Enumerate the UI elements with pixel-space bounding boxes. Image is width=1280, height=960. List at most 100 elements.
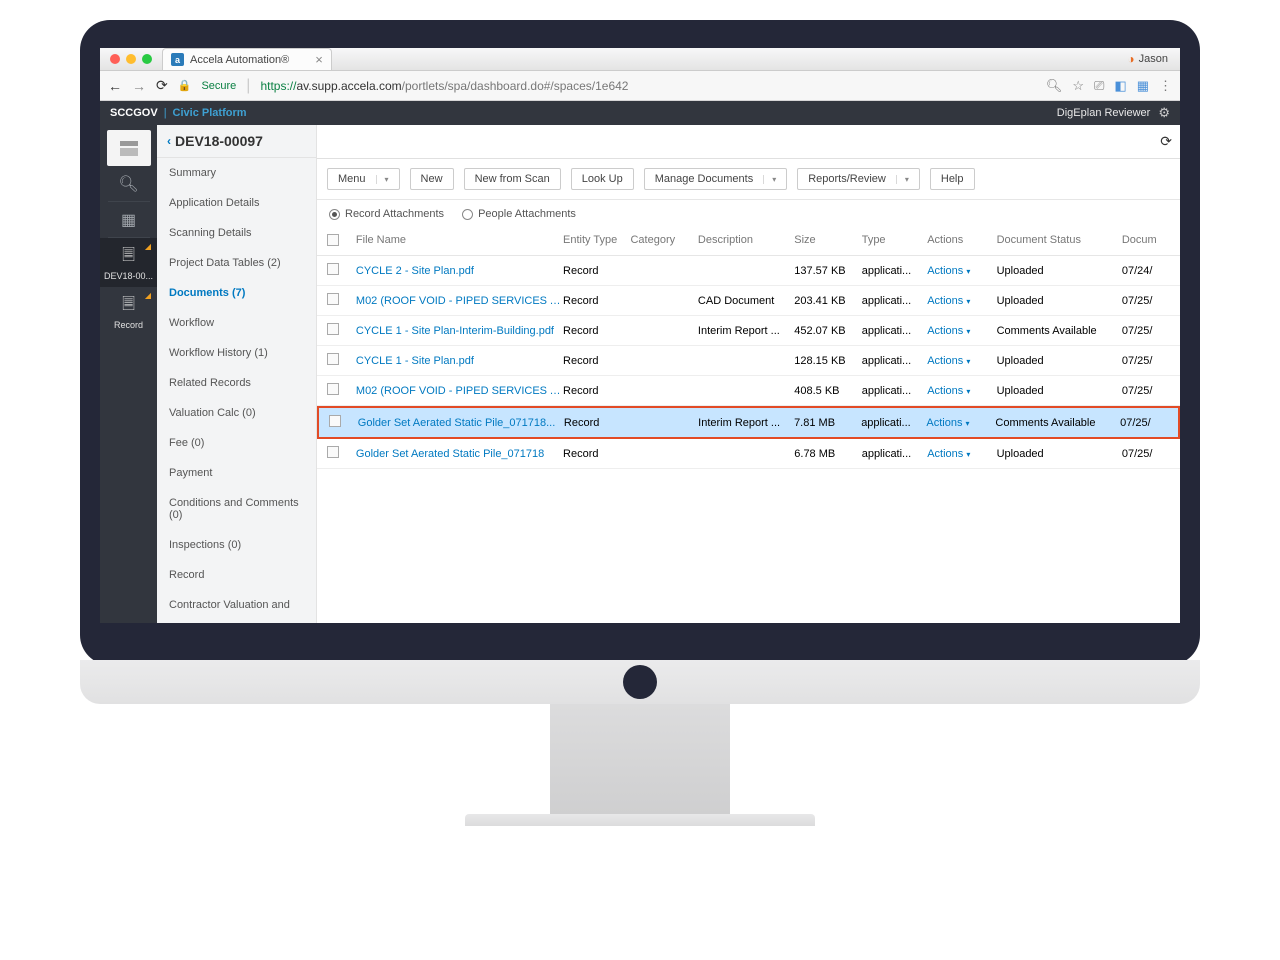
reload-icon[interactable]: ⟳ bbox=[156, 77, 168, 94]
table-row[interactable]: M02 (ROOF VOID - PIPED SERVICES AS FI...… bbox=[317, 376, 1180, 406]
table-row[interactable]: CYCLE 1 - Site Plan.pdfRecord128.15 KBap… bbox=[317, 346, 1180, 376]
tab-title: Accela Automation® bbox=[190, 54, 289, 66]
sidebar-item[interactable]: Contractor Valuation and bbox=[157, 590, 316, 620]
refresh-icon[interactable]: ⟳ bbox=[1160, 133, 1172, 150]
platform-user[interactable]: DigEplan Reviewer bbox=[1057, 107, 1151, 119]
help-button[interactable]: Help bbox=[930, 168, 975, 190]
chevron-down-icon: ▾ bbox=[966, 419, 970, 428]
main-panel: ⟳ Menu▾ New New from Scan Look Up Manage… bbox=[317, 125, 1180, 623]
sidebar-item[interactable]: Workflow History (1) bbox=[157, 338, 316, 368]
table-row[interactable]: CYCLE 1 - Site Plan-Interim-Building.pdf… bbox=[317, 316, 1180, 346]
checkbox[interactable] bbox=[327, 263, 339, 275]
rail-grid-icon[interactable]: ▦ bbox=[108, 202, 150, 238]
rail-tile-record2[interactable]: ◢ 🗏 Record bbox=[100, 287, 157, 336]
menu-dots-icon[interactable]: ⋮ bbox=[1159, 78, 1172, 94]
platform-name[interactable]: Civic Platform bbox=[173, 107, 247, 119]
actions-dropdown[interactable]: Actions ▾ bbox=[927, 355, 996, 367]
actions-dropdown[interactable]: Actions ▾ bbox=[927, 295, 996, 307]
radio-icon bbox=[329, 209, 340, 220]
checkbox[interactable] bbox=[327, 446, 339, 458]
file-link[interactable]: CYCLE 1 - Site Plan-Interim-Building.pdf bbox=[356, 325, 563, 337]
tab-favicon-icon: a bbox=[171, 53, 184, 66]
sidebar: ‹ DEV18-00097 SummaryApplication Details… bbox=[157, 125, 317, 623]
sidebar-item[interactable]: Payment bbox=[157, 458, 316, 488]
window-close[interactable] bbox=[110, 54, 120, 64]
star-icon[interactable]: ☆ bbox=[1072, 78, 1084, 94]
forward-icon[interactable]: → bbox=[132, 78, 146, 94]
address-bar: ← → ⟳ 🔒 Secure | https://av.supp.accela.… bbox=[100, 71, 1180, 101]
table-row[interactable]: Golder Set Aerated Static Pile_071718...… bbox=[317, 406, 1180, 439]
url-field[interactable]: https://av.supp.accela.com/portlets/spa/… bbox=[260, 79, 628, 93]
sidebar-item[interactable]: Inspections (0) bbox=[157, 530, 316, 560]
browser-tab[interactable]: a Accela Automation® × bbox=[162, 48, 332, 70]
sidebar-item[interactable]: Record bbox=[157, 560, 316, 590]
manage-documents-button[interactable]: Manage Documents▾ bbox=[644, 168, 787, 190]
toolbar: Menu▾ New New from Scan Look Up Manage D… bbox=[317, 159, 1180, 200]
sync-icon: ◑ bbox=[1127, 52, 1134, 66]
file-link[interactable]: Golder Set Aerated Static Pile_071718... bbox=[358, 417, 564, 429]
sidebar-header[interactable]: ‹ DEV18-00097 bbox=[157, 125, 316, 158]
sidebar-item[interactable]: Documents (7) bbox=[157, 278, 316, 308]
sidebar-item[interactable]: Summary bbox=[157, 158, 316, 188]
pin-icon: ◢ bbox=[145, 291, 151, 300]
sidebar-item[interactable]: Project Data Tables (2) bbox=[157, 248, 316, 278]
actions-dropdown[interactable]: Actions ▾ bbox=[927, 448, 996, 460]
table-row[interactable]: M02 (ROOF VOID - PIPED SERVICES AS DE...… bbox=[317, 286, 1180, 316]
new-button[interactable]: New bbox=[410, 168, 454, 190]
rail-home[interactable] bbox=[107, 130, 151, 166]
radio-record-attachments[interactable]: Record Attachments bbox=[329, 208, 444, 220]
chevron-down-icon: ▾ bbox=[896, 175, 909, 184]
actions-dropdown[interactable]: Actions ▾ bbox=[927, 325, 996, 337]
rail-tile-record1[interactable]: ◢ 🗏 DEV18-00... bbox=[100, 238, 157, 287]
sidebar-item[interactable]: Application Details bbox=[157, 188, 316, 218]
table-row[interactable]: Golder Set Aerated Static Pile_071718Rec… bbox=[317, 439, 1180, 469]
new-from-scan-button[interactable]: New from Scan bbox=[464, 168, 561, 190]
sidebar-item[interactable]: Valuation Calc (0) bbox=[157, 398, 316, 428]
menu-button[interactable]: Menu▾ bbox=[327, 168, 400, 190]
back-icon[interactable]: ← bbox=[108, 78, 122, 94]
ext2-icon[interactable]: ▦ bbox=[1137, 78, 1149, 94]
file-link[interactable]: CYCLE 1 - Site Plan.pdf bbox=[356, 355, 563, 367]
sidebar-item[interactable]: Scanning Details bbox=[157, 218, 316, 248]
radio-icon bbox=[462, 209, 473, 220]
lookup-button[interactable]: Look Up bbox=[571, 168, 634, 190]
window-minimize[interactable] bbox=[126, 54, 136, 64]
cast-icon[interactable]: ⎚ bbox=[1094, 78, 1104, 94]
actions-dropdown[interactable]: Actions ▾ bbox=[927, 265, 996, 277]
radio-people-attachments[interactable]: People Attachments bbox=[462, 208, 576, 220]
sidebar-item[interactable]: Related Records bbox=[157, 368, 316, 398]
search-icon[interactable]: 🔍︎ bbox=[1046, 78, 1063, 94]
file-link[interactable]: Golder Set Aerated Static Pile_071718 bbox=[356, 448, 563, 460]
ext1-icon[interactable]: ◧ bbox=[1114, 78, 1126, 94]
monitor-power bbox=[623, 665, 657, 699]
rail-search-icon[interactable]: 🔍︎ bbox=[108, 166, 150, 202]
sidebar-item[interactable]: Workflow bbox=[157, 308, 316, 338]
browser-tab-strip: a Accela Automation® × ◑ Jason bbox=[100, 48, 1180, 71]
table-row[interactable]: CYCLE 2 - Site Plan.pdfRecord137.57 KBap… bbox=[317, 256, 1180, 286]
sidebar-item[interactable]: Fee (0) bbox=[157, 428, 316, 458]
actions-dropdown[interactable]: Actions ▾ bbox=[927, 385, 996, 397]
checkbox[interactable] bbox=[327, 323, 339, 335]
window-maximize[interactable] bbox=[142, 54, 152, 64]
sidebar-item[interactable]: Conditions and Comments (0) bbox=[157, 488, 316, 530]
checkbox[interactable] bbox=[327, 353, 339, 365]
reports-review-button[interactable]: Reports/Review▾ bbox=[797, 168, 920, 190]
gear-icon[interactable]: ⚙ bbox=[1158, 105, 1170, 121]
chevron-down-icon: ▾ bbox=[966, 297, 970, 306]
chevron-down-icon: ▾ bbox=[376, 175, 389, 184]
file-link[interactable]: M02 (ROOF VOID - PIPED SERVICES AS FI... bbox=[356, 385, 563, 397]
chevron-down-icon: ▾ bbox=[966, 387, 970, 396]
checkbox-all[interactable] bbox=[327, 234, 339, 246]
secure-label: Secure bbox=[201, 80, 236, 92]
checkbox[interactable] bbox=[327, 293, 339, 305]
file-link[interactable]: CYCLE 2 - Site Plan.pdf bbox=[356, 265, 563, 277]
lock-icon: 🔒 bbox=[178, 79, 192, 92]
close-icon[interactable]: × bbox=[315, 52, 323, 67]
chevron-down-icon: ▾ bbox=[966, 357, 970, 366]
checkbox[interactable] bbox=[327, 383, 339, 395]
file-link[interactable]: M02 (ROOF VOID - PIPED SERVICES AS DE... bbox=[356, 295, 563, 307]
checkbox[interactable] bbox=[329, 415, 341, 427]
chevron-down-icon: ▾ bbox=[966, 267, 970, 276]
browser-user: Jason bbox=[1139, 53, 1168, 65]
actions-dropdown[interactable]: Actions ▾ bbox=[926, 417, 995, 429]
